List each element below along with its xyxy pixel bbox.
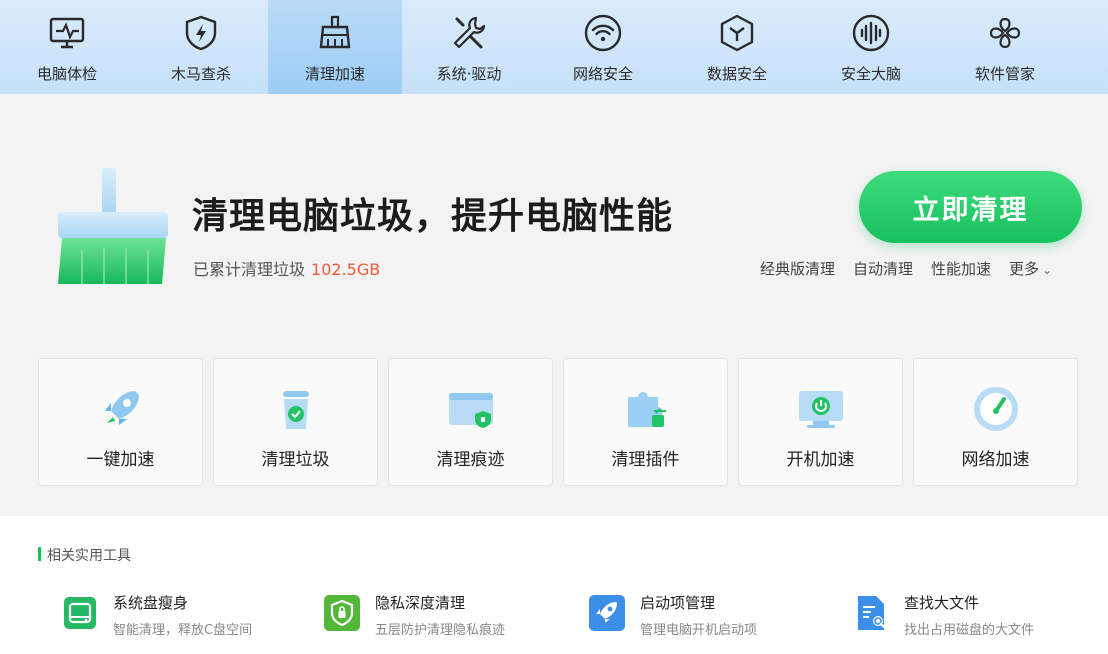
privacy-shield-icon <box>322 593 362 633</box>
hero-title: 清理电脑垃圾，提升电脑性能 <box>192 196 674 237</box>
nav-item-data-security[interactable]: 数据安全 <box>670 0 804 94</box>
nav-item-pc-checkup[interactable]: 电脑体检 <box>0 0 134 94</box>
nav-label: 木马查杀 <box>170 65 231 83</box>
more-label: 更多 <box>1009 260 1040 278</box>
tool-name: 查找大文件 <box>904 594 980 612</box>
nav-item-system-driver[interactable]: 系统·驱动 <box>402 0 536 94</box>
card-label: 清理插件 <box>611 450 680 470</box>
disk-icon <box>60 593 100 633</box>
rocket-icon <box>95 383 147 435</box>
wifi-icon <box>582 12 624 54</box>
tool-privacy-deep-clean[interactable]: 隐私深度清理 五层防护清理隐私痕迹 <box>322 593 505 638</box>
tool-name: 启动项管理 <box>640 594 716 612</box>
tool-system-disk-slim[interactable]: 系统盘瘦身 智能清理，释放C盘空间 <box>60 593 252 638</box>
nav-item-software-manager[interactable]: 软件管家 <box>938 0 1072 94</box>
auto-clean-link[interactable]: 自动清理 <box>853 258 913 279</box>
nav-item-network-security[interactable]: 网络安全 <box>536 0 670 94</box>
card-label: 清理垃圾 <box>261 450 330 470</box>
nav-item-trojan-scan[interactable]: 木马查杀 <box>134 0 268 94</box>
broom-illustration-icon <box>52 168 174 284</box>
card-label: 一键加速 <box>86 450 155 470</box>
nav-label: 数据安全 <box>706 65 767 83</box>
apps-icon <box>984 12 1026 54</box>
card-network-speedup[interactable]: 网络加速 <box>913 358 1078 486</box>
chevron-down-icon: ⌄ <box>1042 263 1053 277</box>
nav-label: 安全大脑 <box>840 65 901 83</box>
tool-desc: 管理电脑开机启动项 <box>640 623 758 638</box>
tools-title: 相关实用工具 <box>38 545 131 565</box>
rocket-icon <box>587 593 627 633</box>
nav-label: 清理加速 <box>304 65 365 83</box>
top-nav: 电脑体检 木马查杀 清理加速 系统·驱动 网络安全 数据安全 安全大脑 软件管家 <box>0 0 1108 94</box>
feature-cards: 一键加速 清理垃圾 清理痕迹 清理插件 开机加速 网络加速 <box>38 358 1078 486</box>
cleaned-total-value: 102.5GB <box>311 260 381 279</box>
card-label: 清理痕迹 <box>436 450 505 470</box>
nav-label: 网络安全 <box>572 65 633 83</box>
brain-wave-icon <box>850 12 892 54</box>
tool-desc: 找出占用磁盘的大文件 <box>904 623 1035 638</box>
speed-gauge-icon <box>970 383 1022 435</box>
classic-clean-link[interactable]: 经典版清理 <box>760 258 835 279</box>
broom-icon <box>314 12 356 54</box>
nav-label: 软件管家 <box>974 65 1035 83</box>
card-clean-traces[interactable]: 清理痕迹 <box>388 358 553 486</box>
cleaned-total: 已累计清理垃圾 102.5GB <box>193 256 380 280</box>
power-monitor-icon <box>795 383 847 435</box>
card-clean-junk[interactable]: 清理垃圾 <box>213 358 378 486</box>
nav-label: 系统·驱动 <box>436 65 502 83</box>
clean-now-button[interactable]: 立即清理 <box>859 171 1082 243</box>
related-tools-section: 相关实用工具 系统盘瘦身 智能清理，释放C盘空间 隐私深度清理 五层防护清理隐私… <box>0 516 1108 654</box>
wrench-screwdriver-icon <box>448 12 490 54</box>
performance-boost-link[interactable]: 性能加速 <box>931 258 991 279</box>
nav-item-clean-speedup[interactable]: 清理加速 <box>268 0 402 94</box>
tool-startup-manager[interactable]: 启动项管理 管理电脑开机启动项 <box>587 593 757 638</box>
recycle-bin-icon <box>270 383 322 435</box>
card-one-key-speedup[interactable]: 一键加速 <box>38 358 203 486</box>
card-label: 开机加速 <box>786 450 855 470</box>
cleaned-total-label: 已累计清理垃圾 <box>193 260 306 279</box>
nav-label: 电脑体检 <box>36 65 97 83</box>
shield-bolt-icon <box>180 12 222 54</box>
cube-icon <box>716 12 758 54</box>
browser-shield-icon <box>445 383 497 435</box>
tool-name: 隐私深度清理 <box>375 594 466 612</box>
tool-name: 系统盘瘦身 <box>113 594 189 612</box>
card-boot-speedup[interactable]: 开机加速 <box>738 358 903 486</box>
card-clean-plugins[interactable]: 清理插件 <box>563 358 728 486</box>
puzzle-icon <box>620 383 672 435</box>
monitor-pulse-icon <box>46 12 88 54</box>
tool-desc: 五层防护清理隐私痕迹 <box>375 623 506 638</box>
tool-find-large-files[interactable]: 查找大文件 找出占用磁盘的大文件 <box>851 593 1034 638</box>
hero-links: 经典版清理 自动清理 性能加速 更多 ⌄ <box>760 258 1052 279</box>
tool-desc: 智能清理，释放C盘空间 <box>113 623 253 638</box>
file-search-icon <box>851 593 891 633</box>
hero-section: 清理电脑垃圾，提升电脑性能 已累计清理垃圾 102.5GB 立即清理 经典版清理 … <box>0 94 1108 324</box>
more-dropdown[interactable]: 更多 ⌄ <box>1009 258 1052 279</box>
nav-item-security-brain[interactable]: 安全大脑 <box>804 0 938 94</box>
card-label: 网络加速 <box>961 450 1030 470</box>
